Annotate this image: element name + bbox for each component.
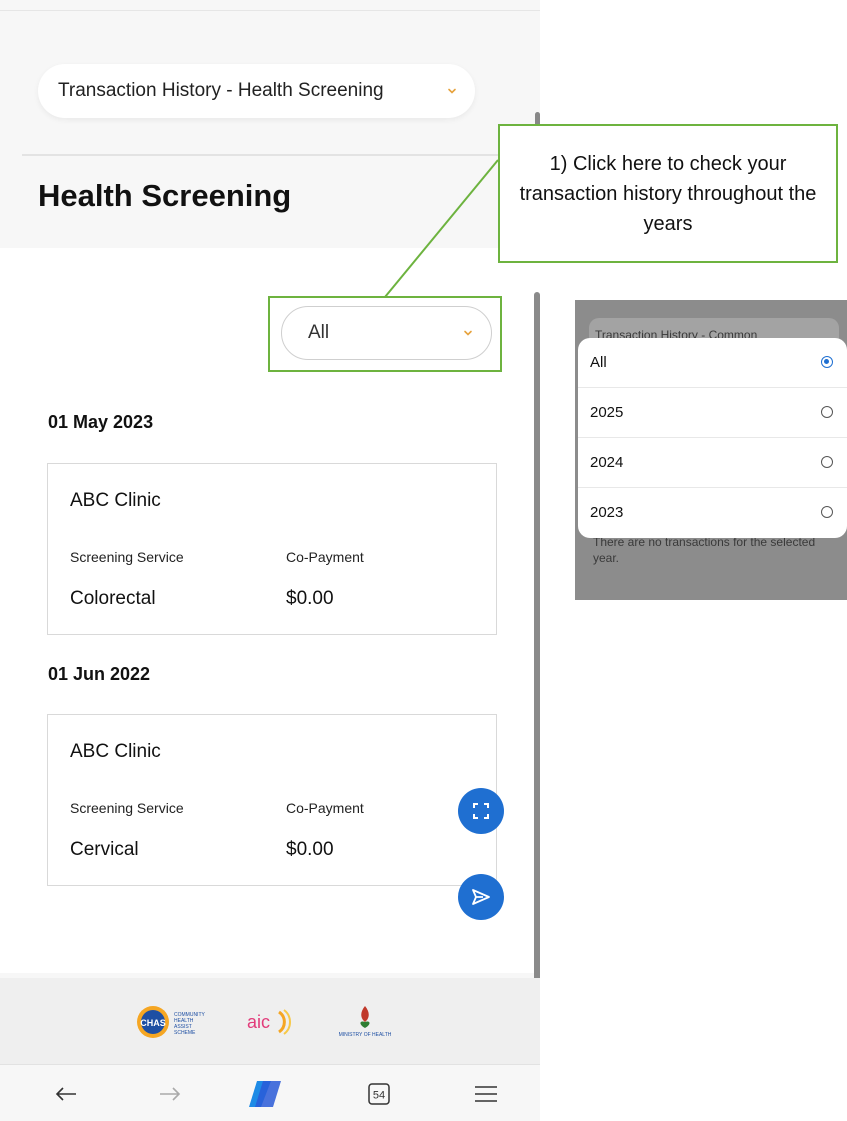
copayment-header: Co-Payment — [286, 549, 364, 565]
svg-text:SCHEME: SCHEME — [174, 1030, 196, 1036]
copayment-value: $0.00 — [286, 839, 334, 860]
screenshot-button[interactable] — [458, 788, 504, 834]
tabs-count-icon: 54 — [368, 1083, 390, 1105]
copayment-value: $0.00 — [286, 588, 334, 609]
year-option-label: All — [590, 354, 607, 371]
copilot-button[interactable] — [246, 1077, 286, 1111]
transaction-date: 01 Jun 2022 — [48, 664, 151, 684]
phone-screen: Transaction History - Health Screening H… — [0, 0, 540, 1121]
highlight-frame — [268, 296, 502, 372]
year-option[interactable]: 2025 — [578, 388, 847, 438]
service-value: Colorectal — [70, 588, 156, 609]
transaction-type-label: Transaction History - Health Screening — [58, 80, 384, 101]
service-header: Screening Service — [70, 800, 184, 816]
radio-icon[interactable] — [821, 456, 833, 468]
clinic-name: ABC Clinic — [70, 490, 161, 511]
moh-logo: MINISTRY OF HEALTH — [330, 1002, 400, 1047]
instruction-callout: 1) Click here to check your transaction … — [498, 124, 838, 263]
copayment-header: Co-Payment — [286, 800, 364, 816]
copilot-icon — [249, 1081, 281, 1107]
svg-text:MINISTRY OF HEALTH: MINISTRY OF HEALTH — [339, 1032, 392, 1038]
callout-text: 1) Click here to check your transaction … — [519, 152, 817, 235]
send-button[interactable] — [458, 874, 504, 920]
year-option-label: 2025 — [590, 404, 624, 421]
transaction-date: 01 May 2023 — [48, 412, 154, 432]
year-option[interactable]: 2024 — [578, 438, 847, 488]
year-options-sheet: All 2025 2024 2023 — [578, 338, 847, 538]
service-value: Cervical — [70, 839, 139, 860]
top-divider — [0, 10, 540, 11]
year-option[interactable]: 2023 — [578, 488, 847, 538]
year-option-label: 2023 — [590, 504, 624, 521]
transaction-type-dropdown[interactable]: Transaction History - Health Screening — [38, 64, 475, 118]
arrow-left-icon — [55, 1087, 76, 1101]
svg-text:54: 54 — [373, 1090, 385, 1102]
footer-logos: CHAS COMMUNITY HEALTH ASSIST SCHEME aic … — [0, 978, 540, 1064]
radio-icon[interactable] — [821, 406, 833, 418]
scan-frame-icon — [473, 803, 489, 819]
browser-navbar: 54 — [0, 1064, 540, 1121]
radio-selected-icon[interactable] — [821, 356, 833, 368]
forward-button[interactable] — [150, 1077, 190, 1111]
radio-icon[interactable] — [821, 506, 833, 518]
svg-text:aic: aic — [247, 1012, 270, 1032]
year-option[interactable]: All — [578, 338, 847, 388]
clinic-name: ABC Clinic — [70, 741, 161, 762]
header-divider — [22, 154, 540, 156]
send-icon — [472, 889, 490, 905]
transaction-card[interactable]: ABC Clinic Screening Service Co-Payment … — [47, 463, 497, 635]
arrow-right-icon — [160, 1087, 181, 1101]
tabs-button[interactable]: 54 — [359, 1077, 399, 1111]
menu-button[interactable] — [466, 1077, 506, 1111]
aic-logo: aic — [243, 1004, 303, 1045]
service-header: Screening Service — [70, 549, 184, 565]
page-title: Health Screening — [38, 178, 292, 213]
svg-text:CHAS: CHAS — [140, 1018, 166, 1028]
hamburger-menu-icon — [475, 1086, 497, 1102]
year-picker-screenshot: Transaction History - Common There are n… — [575, 300, 847, 600]
scrollbar-thumb[interactable] — [534, 292, 540, 1062]
chevron-down-icon — [448, 88, 456, 94]
back-button[interactable] — [46, 1077, 86, 1111]
background-message: There are no transactions for the select… — [593, 535, 816, 565]
transaction-card[interactable]: ABC Clinic Screening Service Co-Payment … — [47, 714, 497, 886]
year-option-label: 2024 — [590, 454, 624, 471]
chas-logo: CHAS COMMUNITY HEALTH ASSIST SCHEME — [136, 1004, 228, 1045]
